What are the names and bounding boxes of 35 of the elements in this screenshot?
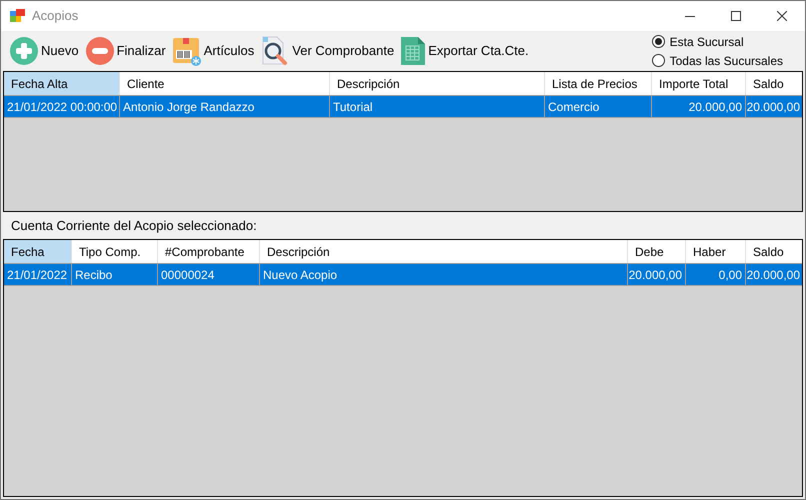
table-cell: 20.000,00 bbox=[746, 264, 802, 285]
radio-button[interactable] bbox=[652, 54, 665, 67]
table-cell: 20.000,00 bbox=[628, 264, 686, 285]
app-logo-icon bbox=[10, 9, 26, 23]
minus-icon bbox=[84, 36, 115, 66]
close-icon bbox=[777, 11, 787, 21]
radio-option[interactable]: Esta Sucursal bbox=[652, 32, 783, 50]
toolbar-button[interactable]: Ver Comprobante bbox=[260, 34, 394, 68]
maximize-icon bbox=[731, 11, 741, 21]
section-label: Cuenta Corriente del Acopio seleccionado: bbox=[11, 216, 257, 235]
table-cell: 00000024 bbox=[158, 264, 260, 285]
toolbar-button[interactable]: Exportar Cta.Cte. bbox=[400, 34, 529, 68]
table-cell: Nuevo Acopio bbox=[260, 264, 628, 285]
spreadsheet-icon bbox=[400, 36, 426, 66]
table-cell: 21/01/2022 00:00:00 bbox=[4, 96, 120, 117]
toolbar-button[interactable]: Nuevo bbox=[9, 34, 79, 68]
table-row[interactable]: 21/01/2022 00:00:00 Antonio Jorge Randazzo Tutorial Comercio 20.000,00 20.000,00 bbox=[4, 96, 802, 118]
column-header[interactable]: Fecha bbox=[4, 240, 72, 263]
radio-option[interactable]: Todas las Sucursales bbox=[652, 52, 783, 70]
table-cell: 0,00 bbox=[686, 264, 746, 285]
table-cell: 20.000,00 bbox=[746, 96, 802, 117]
toolbar-button[interactable]: Artículos bbox=[172, 34, 254, 68]
table-cell: 20.000,00 bbox=[652, 96, 746, 117]
table-cell: Comercio bbox=[545, 96, 652, 117]
plus-icon bbox=[9, 36, 39, 66]
barcode-box-icon bbox=[172, 36, 202, 66]
toolbar-button[interactable]: Finalizar bbox=[84, 34, 166, 68]
radio-button[interactable] bbox=[652, 35, 665, 48]
table-cell: Tutorial bbox=[330, 96, 545, 117]
table-cell: 21/01/2022 bbox=[4, 264, 72, 285]
table-cell: Recibo bbox=[72, 264, 158, 285]
window-title: Acopios bbox=[32, 7, 78, 26]
table-cell: Antonio Jorge Randazzo bbox=[120, 96, 330, 117]
table-row[interactable]: 21/01/2022 Recibo 00000024 Nuevo Acopio 20.000,00 0,00 20.000,00 bbox=[4, 264, 802, 286]
column-header[interactable]: Fecha Alta bbox=[4, 72, 120, 95]
